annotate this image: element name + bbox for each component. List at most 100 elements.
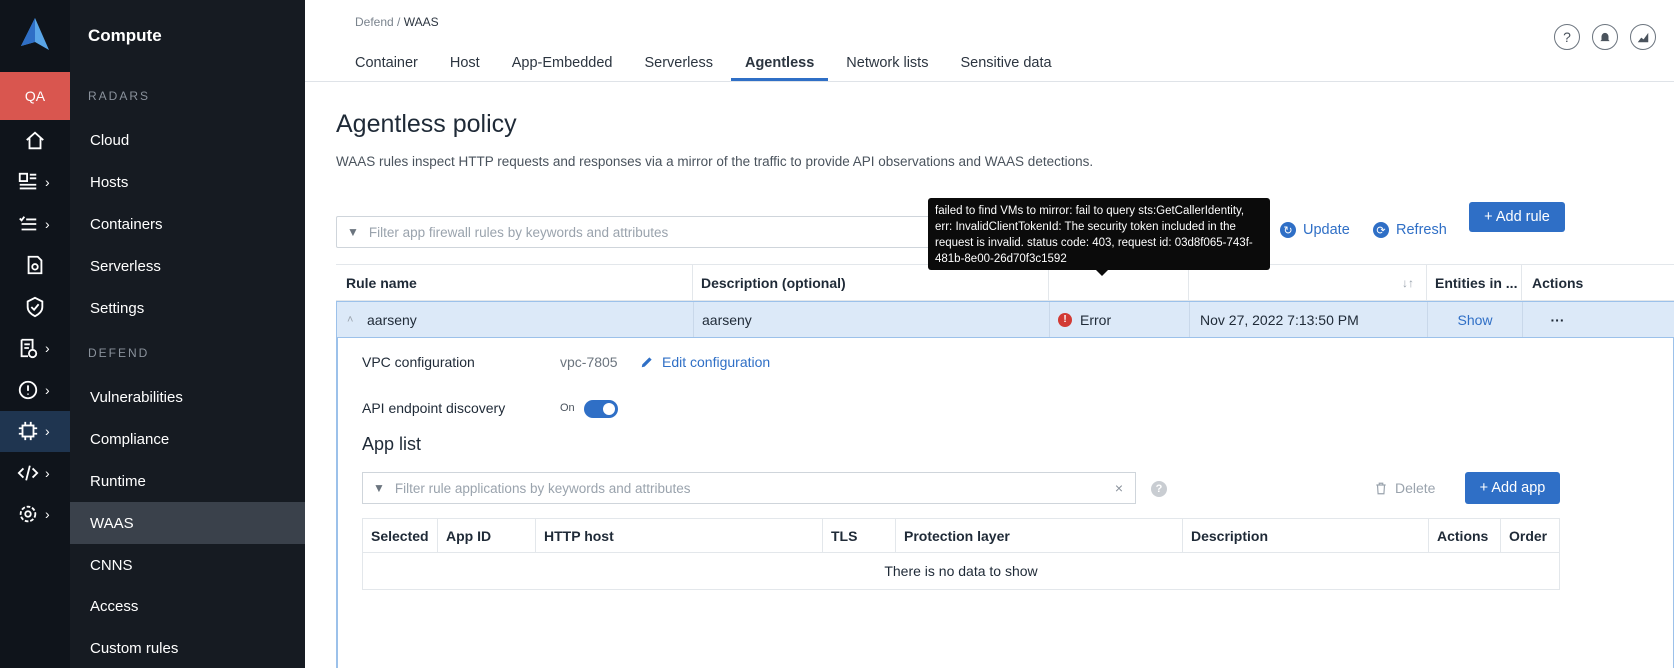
sort-icon[interactable]: ↓↑ xyxy=(1402,265,1414,300)
rail-code[interactable]: › xyxy=(0,452,70,494)
breadcrumb: Defend / WAAS xyxy=(355,15,439,29)
collapse-chevron-icon[interactable]: ˄ xyxy=(347,302,353,337)
vpc-label: VPC configuration xyxy=(362,354,475,370)
icon-rail: QA › › › › › › › xyxy=(0,0,70,668)
col-app-actions: Actions xyxy=(1428,519,1488,552)
rail-list[interactable]: › xyxy=(0,203,70,245)
trash-icon xyxy=(1376,482,1386,494)
rules-filter-input[interactable]: ▼ Filter app firewall rules by keywords … xyxy=(336,216,986,248)
tab-app-embedded[interactable]: App-Embedded xyxy=(512,52,613,81)
menu-item-waas[interactable]: WAAS xyxy=(70,502,305,545)
rail-alert[interactable]: › xyxy=(0,369,70,411)
tab-bar: Container Host App-Embedded Serverless A… xyxy=(355,52,1084,81)
apps-empty-state: There is no data to show xyxy=(884,563,1038,579)
logo-icon xyxy=(21,18,49,50)
col-http-host[interactable]: HTTP host xyxy=(535,519,614,552)
rule-name-cell: aarseny xyxy=(367,311,417,328)
col-app-id[interactable]: App ID xyxy=(437,519,491,552)
menu-item-compliance[interactable]: Compliance xyxy=(70,419,305,461)
qa-badge[interactable]: QA xyxy=(0,72,70,120)
tab-host[interactable]: Host xyxy=(450,52,480,81)
breadcrumb-parent[interactable]: Defend xyxy=(355,15,394,29)
rule-row[interactable]: ˄ aarseny aarseny ! Error Nov 27, 2022 7… xyxy=(336,301,1674,338)
menu-item-custom-rules[interactable]: Custom rules xyxy=(70,628,305,668)
rail-gear[interactable]: › xyxy=(0,494,70,536)
col-entities[interactable]: Entities in ... xyxy=(1426,265,1517,300)
bell-icon[interactable] xyxy=(1592,24,1618,50)
chevron-right-icon: › xyxy=(45,381,50,398)
rail-document-check[interactable]: › xyxy=(0,328,70,370)
rule-modified-cell: Nov 27, 2022 7:13:50 PM xyxy=(1189,302,1359,337)
menu-item-containers[interactable]: Containers xyxy=(70,204,305,246)
col-tls[interactable]: TLS xyxy=(822,519,857,552)
update-button[interactable]: ↻ Update xyxy=(1280,222,1350,238)
col-rule-name[interactable]: Rule name xyxy=(346,265,417,300)
menu-section-radars: RADARS xyxy=(88,89,151,103)
menu-item-access[interactable]: Access xyxy=(70,586,305,628)
api-discovery-toggle[interactable] xyxy=(584,400,618,418)
col-app-description[interactable]: Description xyxy=(1182,519,1268,552)
breadcrumb-separator: / xyxy=(393,15,404,29)
add-rule-button[interactable]: + Add rule xyxy=(1469,202,1565,232)
edit-configuration-link[interactable]: Edit configuration xyxy=(640,354,770,370)
rail-dashboard[interactable]: › xyxy=(0,162,70,204)
menu-item-vulnerabilities[interactable]: Vulnerabilities xyxy=(70,377,305,419)
clear-icon[interactable]: × xyxy=(1115,480,1123,496)
rule-status-cell[interactable]: ! Error xyxy=(1049,302,1111,337)
rail-home[interactable] xyxy=(0,120,70,162)
code-icon xyxy=(17,465,39,481)
tab-agentless[interactable]: Agentless xyxy=(730,52,829,81)
col-separator xyxy=(1048,265,1049,300)
menu-item-runtime[interactable]: Runtime xyxy=(70,461,305,503)
edit-configuration-label: Edit configuration xyxy=(662,354,771,370)
tab-container[interactable]: Container xyxy=(355,52,418,81)
rail-chip[interactable]: › xyxy=(0,410,70,452)
stats-icon[interactable] xyxy=(1630,24,1656,50)
apps-table-header: Selected App ID HTTP host TLS Protection… xyxy=(363,519,1559,553)
shield-icon xyxy=(26,296,44,317)
app-list-title: App list xyxy=(362,434,422,454)
menu-section-defend: DEFEND xyxy=(88,345,150,360)
menu-item-settings[interactable]: Settings xyxy=(70,287,305,329)
chevron-right-icon: › xyxy=(45,464,50,481)
update-label: Update xyxy=(1303,222,1350,238)
refresh-button[interactable]: ⟳ Refresh xyxy=(1373,222,1447,238)
compute-menu: Compute RADARS Cloud Hosts Containers Se… xyxy=(70,0,305,668)
show-entities-link[interactable]: Show xyxy=(1427,302,1522,337)
page-title: Agentless policy xyxy=(336,110,517,138)
home-icon xyxy=(26,131,44,149)
chevron-right-icon: › xyxy=(45,423,50,440)
menu-item-serverless[interactable]: Serverless xyxy=(70,245,305,287)
tab-sensitive-data[interactable]: Sensitive data xyxy=(960,52,1051,81)
help-icon[interactable]: ? xyxy=(1151,481,1167,497)
menu-item-hosts[interactable]: Hosts xyxy=(70,162,305,204)
refresh-label: Refresh xyxy=(1396,222,1447,238)
row-actions-menu[interactable]: ··· xyxy=(1522,302,1592,337)
help-icon[interactable]: ? xyxy=(1554,24,1580,50)
main-content: Defend / WAAS Container Host App-Embedde… xyxy=(305,0,1674,668)
col-description[interactable]: Description (optional) xyxy=(692,265,846,300)
prisma-logo[interactable] xyxy=(0,0,70,72)
col-order: Order xyxy=(1500,519,1547,552)
delete-label: Delete xyxy=(1395,480,1436,496)
tab-network-lists[interactable]: Network lists xyxy=(846,52,928,81)
delete-button[interactable]: Delete xyxy=(1374,480,1435,496)
rule-details-panel: VPC configuration vpc-7805 Edit configur… xyxy=(336,338,1674,668)
refresh-icon: ⟳ xyxy=(1373,222,1389,238)
alert-icon xyxy=(18,380,38,399)
tab-serverless[interactable]: Serverless xyxy=(644,52,713,81)
add-app-button[interactable]: + Add app xyxy=(1465,472,1560,504)
menu-item-cloud[interactable]: Cloud xyxy=(70,120,305,162)
app-filter-input[interactable]: ▼ Filter rule applications by keywords a… xyxy=(362,472,1136,504)
update-icon: ↻ xyxy=(1280,222,1296,238)
error-icon: ! xyxy=(1058,312,1072,327)
pencil-icon xyxy=(641,357,652,368)
chip-icon xyxy=(18,422,38,441)
rule-status-label: Error xyxy=(1080,311,1112,328)
rail-shield[interactable] xyxy=(0,286,70,328)
rail-report[interactable] xyxy=(0,245,70,287)
rules-filter-placeholder: Filter app firewall rules by keywords an… xyxy=(368,224,669,240)
col-protection-layer[interactable]: Protection layer xyxy=(895,519,1010,552)
error-tooltip: failed to find VMs to mirror: fail to qu… xyxy=(928,198,1270,276)
menu-item-cnns[interactable]: CNNS xyxy=(70,544,305,586)
